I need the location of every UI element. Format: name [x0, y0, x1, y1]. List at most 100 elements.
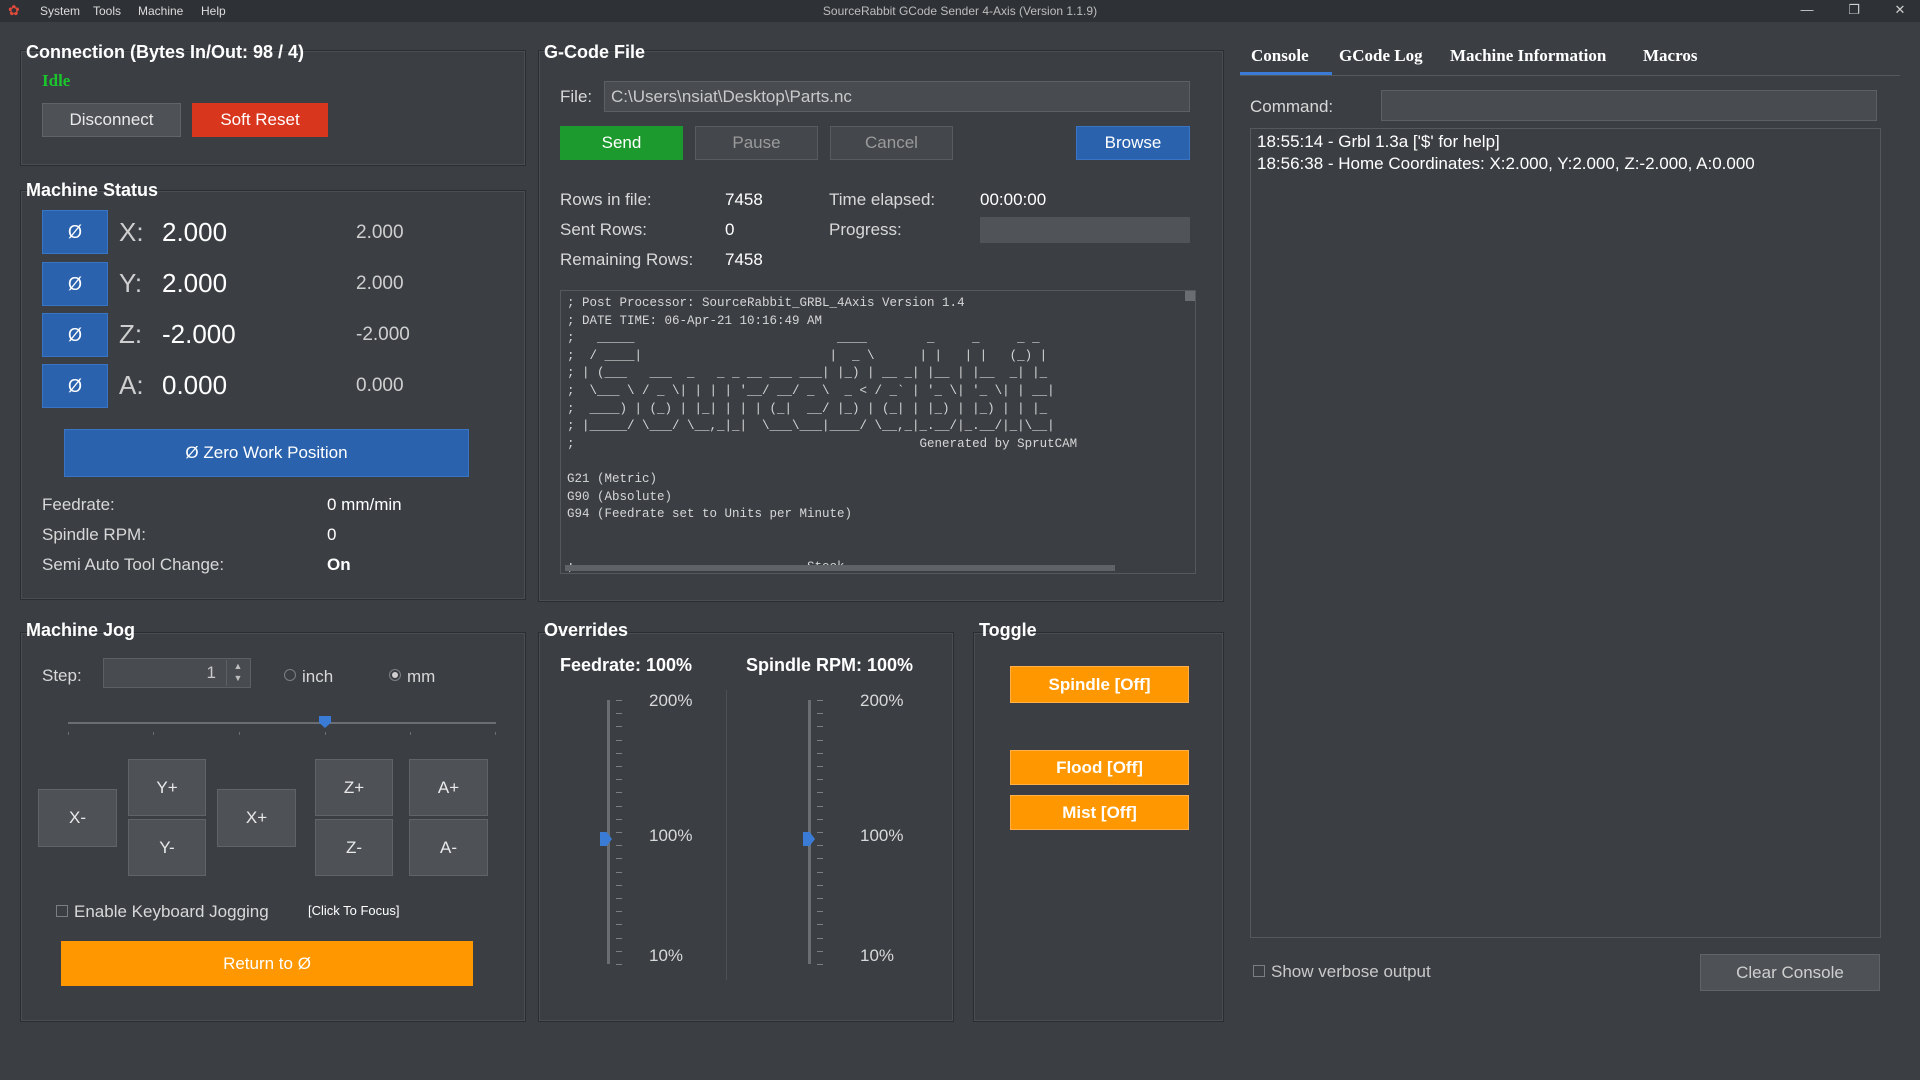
- flood-toggle-button[interactable]: Flood [Off]: [1010, 750, 1189, 785]
- gcode-viewer[interactable]: ; Post Processor: SourceRabbit_GRBL_4Axi…: [560, 290, 1196, 574]
- file-path-field[interactable]: C:\Users\nsiat\Desktop\Parts.nc: [604, 81, 1190, 112]
- step-spinner[interactable]: ▲ ▼: [226, 660, 249, 686]
- jog-x-minus-button[interactable]: X-: [38, 789, 117, 847]
- jog-y-minus-button[interactable]: Y-: [128, 819, 206, 876]
- connection-title: Connection (Bytes In/Out: 98 / 4): [26, 42, 305, 62]
- progress-label: Progress:: [829, 220, 902, 239]
- minimize-icon[interactable]: —: [1797, 2, 1817, 17]
- vertical-scrollbar[interactable]: [1185, 291, 1195, 301]
- return-to-zero-button[interactable]: Return to Ø: [61, 941, 473, 986]
- tab-console[interactable]: Console: [1251, 46, 1309, 66]
- jog-y-plus-button[interactable]: Y+: [128, 759, 206, 816]
- disconnect-button[interactable]: Disconnect: [42, 103, 181, 137]
- slider-tick: [817, 832, 823, 833]
- slider-tick: [616, 739, 622, 741]
- console-output[interactable]: [1250, 128, 1881, 938]
- gcode-content: ; Post Processor: SourceRabbit_GRBL_4Axi…: [567, 296, 1078, 573]
- restore-icon[interactable]: ❐: [1844, 2, 1864, 18]
- unit-inch-radio[interactable]: [284, 669, 296, 681]
- unit-inch-label: inch: [302, 667, 334, 686]
- slider-tick: [817, 884, 823, 886]
- slider-tick: [817, 898, 823, 899]
- spindle-mid-label: 100%: [860, 826, 904, 845]
- jog-z-minus-button[interactable]: Z-: [315, 819, 393, 876]
- zero-a-button[interactable]: Ø: [42, 364, 108, 408]
- slider-tick: [616, 752, 622, 754]
- slider-tick: [817, 726, 823, 728]
- slider-tick: [616, 845, 622, 847]
- zero-x-button[interactable]: Ø: [42, 210, 108, 254]
- machine-jog-title: Machine Jog: [26, 620, 136, 640]
- slider-tick: [817, 911, 823, 913]
- feedrate-label: Feedrate:: [42, 495, 115, 514]
- unit-mm-radio[interactable]: [389, 669, 401, 681]
- slider-tick: [616, 766, 622, 767]
- step-slider[interactable]: [68, 722, 496, 724]
- axis-a-value: 0.000: [162, 370, 228, 400]
- command-input[interactable]: [1381, 90, 1877, 121]
- title-bar: ✿ System Tools Machine Help SourceRabbit…: [0, 0, 1920, 22]
- slider-tick: [817, 964, 823, 965]
- pause-button[interactable]: Pause: [695, 126, 818, 160]
- chevron-down-icon[interactable]: ▼: [227, 672, 249, 684]
- feedrate-override-label: Feedrate: 100%: [560, 655, 693, 675]
- axis-z-value: -2.000: [162, 319, 236, 349]
- slider-tick: [817, 792, 823, 794]
- jog-x-plus-button[interactable]: X+: [217, 789, 296, 847]
- axis-z-work: -2.000: [356, 324, 410, 345]
- axis-z-label: Z:: [119, 319, 143, 349]
- slider-tick: [817, 818, 823, 820]
- send-button[interactable]: Send: [560, 126, 683, 160]
- machine-status-title: Machine Status: [26, 180, 159, 200]
- zero-y-button[interactable]: Ø: [42, 262, 108, 306]
- tool-change-label: Semi Auto Tool Change:: [42, 555, 225, 574]
- spindle-toggle-button[interactable]: Spindle [Off]: [1010, 666, 1189, 703]
- click-to-focus-button[interactable]: [Click To Focus]: [308, 903, 400, 918]
- slider-tick: [817, 739, 823, 741]
- slider-tick: [817, 766, 823, 767]
- tab-machine-information[interactable]: Machine Information: [1450, 46, 1606, 66]
- slider-tick: [616, 964, 622, 965]
- axis-a-label: A:: [119, 370, 144, 400]
- cancel-button[interactable]: Cancel: [830, 126, 953, 160]
- zero-z-button[interactable]: Ø: [42, 313, 108, 357]
- mist-toggle-button[interactable]: Mist [Off]: [1010, 795, 1189, 830]
- slider-tick: [616, 713, 622, 715]
- chevron-up-icon[interactable]: ▲: [227, 660, 249, 672]
- slider-tick: [616, 858, 622, 860]
- tab-macros[interactable]: Macros: [1643, 46, 1697, 66]
- slider-tick: [817, 858, 823, 860]
- feedrate-override-slider[interactable]: [607, 700, 610, 964]
- axis-a-work: 0.000: [356, 375, 404, 396]
- progress-bar: [980, 217, 1190, 243]
- zero-work-position-button[interactable]: Ø Zero Work Position: [64, 429, 469, 477]
- slider-tick: [616, 950, 622, 952]
- browse-button[interactable]: Browse: [1076, 126, 1190, 160]
- jog-a-plus-button[interactable]: A+: [409, 759, 488, 816]
- jog-z-plus-button[interactable]: Z+: [315, 759, 393, 816]
- feedrate-value: 0 mm/min: [327, 495, 402, 514]
- axis-x-label: X:: [119, 217, 144, 247]
- slider-tick: [817, 937, 823, 939]
- remaining-rows-value: 7458: [725, 250, 763, 269]
- slider-tick: [616, 871, 622, 873]
- close-icon[interactable]: ✕: [1890, 2, 1910, 18]
- slider-tick: [817, 950, 823, 952]
- slider-tick: [616, 924, 622, 926]
- horizontal-scrollbar[interactable]: [565, 565, 1115, 571]
- jog-a-minus-button[interactable]: A-: [409, 819, 488, 876]
- soft-reset-button[interactable]: Soft Reset: [192, 103, 328, 137]
- clear-console-button[interactable]: Clear Console: [1700, 954, 1880, 991]
- keyboard-jog-checkbox[interactable]: [56, 905, 68, 917]
- verbose-output-label: Show verbose output: [1271, 962, 1431, 981]
- slider-tick: [817, 871, 823, 873]
- tab-gcode-log[interactable]: GCode Log: [1339, 46, 1423, 66]
- slider-tick: [616, 792, 622, 794]
- slider-tick: [616, 726, 622, 728]
- slider-tick: [616, 911, 622, 913]
- rows-in-file-value: 7458: [725, 190, 763, 209]
- axis-x-work: 2.000: [356, 222, 404, 243]
- tool-change-value: On: [327, 555, 351, 574]
- verbose-output-checkbox[interactable]: [1253, 965, 1265, 977]
- remaining-rows-label: Remaining Rows:: [560, 250, 694, 269]
